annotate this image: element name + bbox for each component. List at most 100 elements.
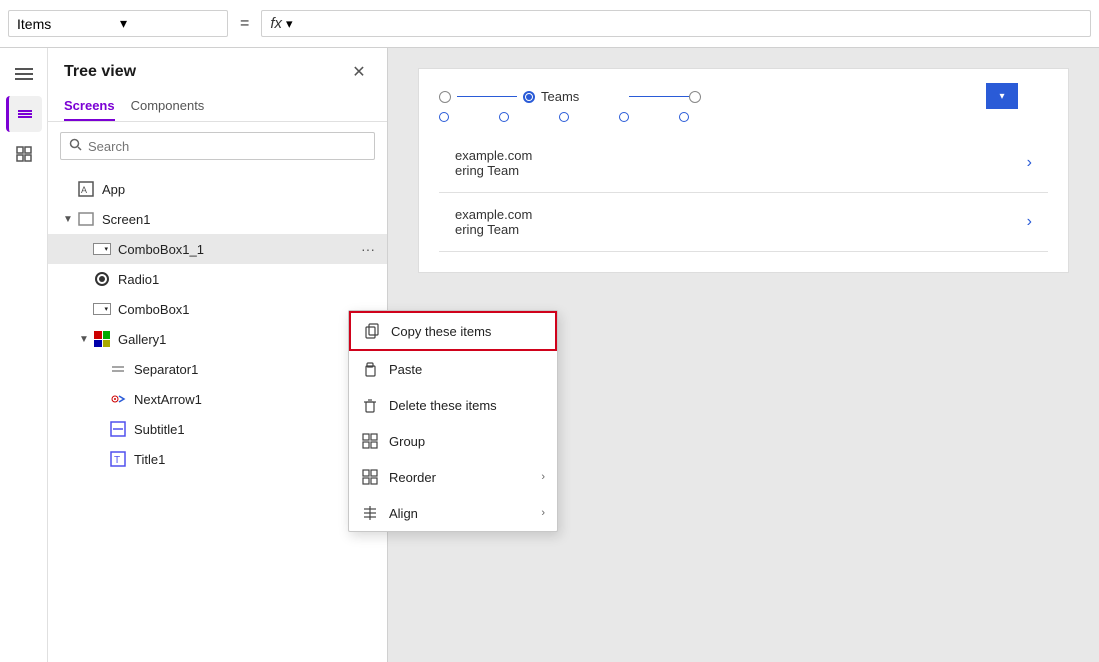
ctx-group-label: Group [389,434,545,449]
tree-item-subtitle1[interactable]: Subtitle1 [48,414,387,444]
tree-item-title1[interactable]: T Title1 [48,444,387,474]
tree-item-combobox1-1[interactable]: ▾ ComboBox1_1 ··· [48,234,387,264]
combobox1-1-label: ComboBox1_1 [118,242,357,257]
connector-2 [629,96,689,98]
tree-panel: Tree view ✕ Screens Components A App ▼ [48,48,388,662]
radio-teams-label: Teams [541,89,579,104]
tree-item-app[interactable]: A App [48,174,387,204]
ctx-reorder-label: Reorder [389,470,531,485]
list-item-0-text1: example.com [455,148,532,163]
ctx-copy-items[interactable]: Copy these items [349,311,557,351]
ctx-delete-label: Delete these items [389,398,545,413]
hamburger-menu-icon[interactable] [6,56,42,92]
title-icon: T [108,449,128,469]
ctx-paste-label: Paste [389,362,545,377]
combobox1-label: ComboBox1 [118,302,379,317]
reorder-icon [361,468,379,486]
gallery1-chevron: ▼ [76,334,92,345]
list-item-0-chevron: › [1027,154,1032,172]
radio-node-3 [689,91,701,103]
subtitle-icon [108,419,128,439]
list-item-1: example.com ering Team › [439,193,1048,252]
tree-content: A App ▼ Screen1 ▾ ComboBox1_1 ··· [48,170,387,662]
handle-2 [499,112,509,122]
context-menu: Copy these items Paste Delete these item… [348,310,558,532]
gallery-icon [92,329,112,349]
title1-label: Title1 [134,452,379,467]
reorder-arrow: › [541,471,545,483]
top-bar: Items ▾ = fx ▾ [0,0,1099,48]
search-input[interactable] [88,139,366,154]
list-item-1-text2: ering Team [455,222,532,237]
separator1-label: Separator1 [134,362,379,377]
app-icon: A [76,179,96,199]
tab-screens[interactable]: Screens [64,92,115,121]
tree-item-nextarrow1[interactable]: NextArrow1 [48,384,387,414]
combobox1-icon: ▾ [92,299,112,319]
subtitle1-label: Subtitle1 [134,422,379,437]
group-icon [361,432,379,450]
svg-text:T: T [114,455,120,466]
separator-icon [108,359,128,379]
tree-item-screen1[interactable]: ▼ Screen1 [48,204,387,234]
nextarrow-icon [108,389,128,409]
ctx-copy-label: Copy these items [391,324,543,339]
handle-1 [439,112,449,122]
ctx-delete-items[interactable]: Delete these items [349,387,557,423]
components-icon[interactable] [6,136,42,172]
list-item-0-text2: ering Team [455,163,532,178]
combobox-icon: ▾ [92,239,112,259]
gallery1-label: Gallery1 [118,332,379,347]
equals-sign: = [236,15,253,33]
radio-node-1 [439,91,451,103]
items-label: Items [17,16,116,32]
ctx-paste[interactable]: Paste [349,351,557,387]
copy-icon [363,322,381,340]
connector-1 [457,96,517,98]
search-icon [69,138,82,154]
align-icon [361,504,379,522]
radio-node-selected [523,91,535,103]
fx-bar[interactable]: fx ▾ [261,10,1091,37]
radio1-label: Radio1 [118,272,379,287]
handle-5 [679,112,689,122]
tabs-row: Screens Components [48,92,387,122]
list-item-1-text1: example.com [455,207,532,222]
fx-chevron: ▾ [286,16,293,32]
list-item-1-chevron: › [1027,213,1032,231]
list-item-0: example.com ering Team › [439,134,1048,193]
radio-group-row: Teams ▾ [439,89,1048,104]
handle-4 [619,112,629,122]
tree-item-combobox1[interactable]: ▾ ComboBox1 [48,294,387,324]
dropdown-button-blue: ▾ [986,83,1018,109]
ctx-align[interactable]: Align › [349,495,557,531]
left-sidebar [0,48,48,662]
tree-panel-header: Tree view ✕ [48,48,387,92]
more-options-button[interactable]: ··· [357,239,379,259]
nextarrow1-label: NextArrow1 [134,392,379,407]
close-button[interactable]: ✕ [347,60,371,84]
ctx-align-label: Align [389,506,531,521]
align-arrow: › [541,507,545,519]
items-dropdown[interactable]: Items ▾ [8,10,228,37]
screen1-label: Screen1 [102,212,379,227]
ctx-group[interactable]: Group [349,423,557,459]
selection-handles-row [439,112,1048,122]
tree-panel-title: Tree view [64,63,136,81]
screen-icon [76,209,96,229]
tree-item-radio1[interactable]: Radio1 [48,264,387,294]
search-box[interactable] [60,132,375,160]
app-label: App [102,182,379,197]
screen1-chevron: ▼ [60,214,76,225]
tree-item-gallery1[interactable]: ▼ Gallery1 [48,324,387,354]
paste-icon [361,360,379,378]
tree-item-separator1[interactable]: Separator1 [48,354,387,384]
fx-icon: fx [270,15,282,32]
ctx-reorder[interactable]: Reorder › [349,459,557,495]
dropdown-chevron: ▾ [120,15,219,32]
handle-3 [559,112,569,122]
layers-icon[interactable] [6,96,42,132]
svg-text:A: A [81,185,87,195]
tab-components[interactable]: Components [131,92,205,121]
delete-icon [361,396,379,414]
